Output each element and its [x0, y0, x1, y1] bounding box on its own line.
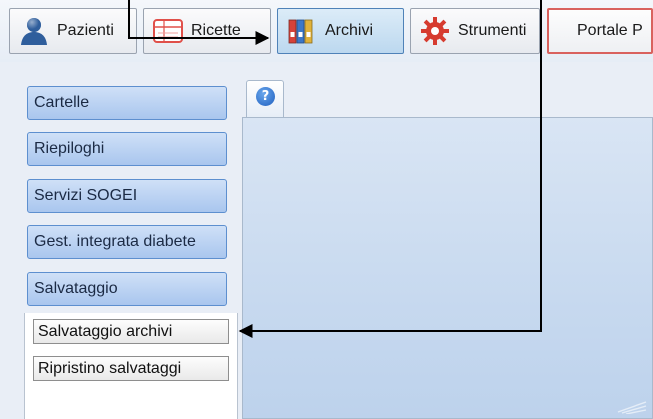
toolbar-label-archivi: Archivi	[325, 22, 374, 39]
archive-binders-icon	[288, 19, 313, 44]
submenu-item-salvataggio-archivi[interactable]: Salvataggio archivi	[33, 319, 229, 344]
gear-icon	[421, 17, 449, 45]
user-icon	[21, 18, 47, 45]
toolbar-label-pazienti: Pazienti	[57, 22, 114, 39]
help-icon: ?	[256, 87, 275, 106]
toolbar-button-pazienti[interactable]: Pazienti	[9, 8, 137, 54]
toolbar-button-ricette[interactable]: Ricette	[143, 8, 271, 54]
salvataggio-submenu: Salvataggio archivi Ripristino salvatagg…	[24, 313, 238, 419]
prescription-icon	[153, 19, 183, 43]
toolbar-label-ricette: Ricette	[191, 22, 241, 39]
submenu-item-ripristino-salvataggi[interactable]: Ripristino salvataggi	[33, 356, 229, 381]
sidebar-item-label: Servizi SOGEI	[34, 187, 138, 204]
main-toolbar: Pazienti Ricette Archivi Strumenti Porta…	[0, 0, 653, 62]
sidebar-item-cartelle[interactable]: Cartelle	[27, 86, 227, 120]
main-content-area	[242, 117, 653, 419]
toolbar-button-portale[interactable]: Portale P	[547, 8, 653, 54]
submenu-item-label: Salvataggio archivi	[38, 323, 173, 340]
sidebar-item-label: Salvataggio	[34, 280, 118, 297]
decorative-lines	[617, 401, 647, 414]
submenu-item-label: Ripristino salvataggi	[38, 360, 182, 377]
toolbar-label-portale: Portale P	[577, 22, 643, 39]
toolbar-button-strumenti[interactable]: Strumenti	[410, 8, 540, 54]
sidebar-item-riepiloghi[interactable]: Riepiloghi	[27, 132, 227, 166]
toolbar-label-strumenti: Strumenti	[458, 22, 527, 39]
tab-help[interactable]: ?	[246, 80, 284, 120]
sidebar-item-salvataggio[interactable]: Salvataggio	[27, 272, 227, 306]
sidebar-item-servizi-sogei[interactable]: Servizi SOGEI	[27, 179, 227, 213]
sidebar-item-label: Gest. integrata diabete	[34, 233, 196, 250]
sidebar-item-gest-integrata-diabete[interactable]: Gest. integrata diabete	[27, 225, 227, 259]
toolbar-button-archivi[interactable]: Archivi	[277, 8, 404, 54]
sidebar-item-label: Riepiloghi	[34, 140, 105, 157]
sidebar-item-label: Cartelle	[34, 94, 90, 111]
tab-strip: ?	[242, 80, 653, 120]
